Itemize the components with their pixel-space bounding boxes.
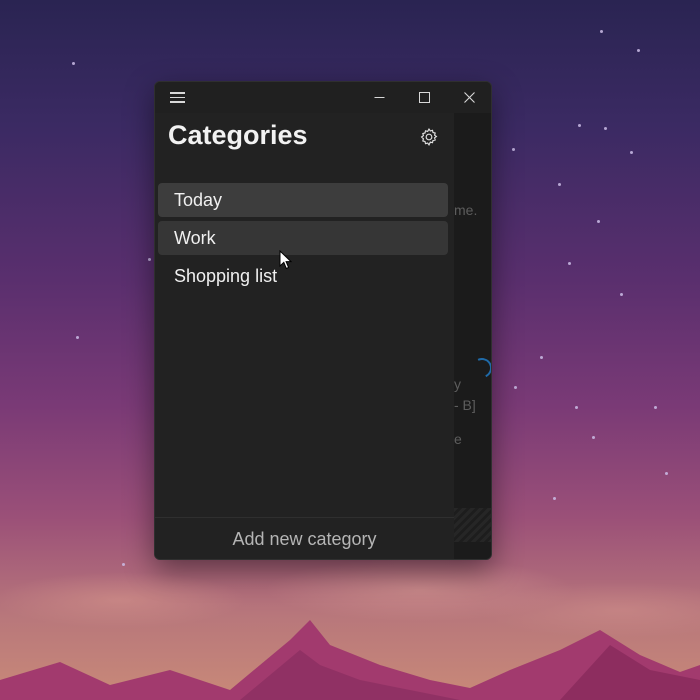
star — [654, 406, 657, 409]
star — [575, 406, 578, 409]
star — [553, 497, 556, 500]
star — [558, 183, 561, 186]
category-label: Shopping list — [174, 265, 278, 286]
star — [540, 356, 543, 359]
close-icon — [464, 92, 475, 103]
star — [620, 293, 623, 296]
category-item-today[interactable]: Today — [158, 183, 448, 217]
star — [637, 49, 640, 52]
minimize-button[interactable] — [357, 82, 402, 113]
page-title: Categories — [168, 120, 308, 150]
maximize-button[interactable] — [402, 82, 447, 113]
settings-button[interactable] — [417, 125, 441, 149]
gear-icon — [420, 128, 438, 147]
category-item-shopping-list[interactable]: Shopping list — [158, 259, 448, 293]
star — [76, 336, 79, 339]
category-item-work[interactable]: Work — [158, 221, 448, 255]
star — [630, 151, 633, 154]
star — [578, 124, 581, 127]
category-label: Work — [174, 227, 216, 248]
categories-pane: Categories Today Work Shopping list Add … — [155, 113, 454, 559]
background-text: - B] — [454, 397, 476, 413]
hatched-area — [454, 508, 491, 542]
star — [592, 436, 595, 439]
background-text: me. — [454, 202, 478, 218]
background-text: e — [454, 431, 462, 447]
star — [665, 472, 668, 475]
background-window-content: me. y - B] e — [454, 113, 491, 559]
star — [600, 30, 603, 33]
star — [597, 220, 600, 223]
mouse-cursor-icon — [279, 250, 293, 270]
close-button[interactable] — [447, 82, 491, 113]
mountains — [0, 620, 700, 700]
category-label: Today — [174, 189, 223, 210]
progress-ring-icon — [469, 355, 491, 381]
maximize-icon — [419, 92, 430, 103]
add-category-button[interactable]: Add new category — [155, 517, 454, 559]
category-list: Today Work Shopping list — [158, 183, 448, 297]
menu-button[interactable] — [157, 82, 197, 113]
background-text: y — [454, 376, 461, 392]
star — [514, 386, 517, 389]
add-category-label: Add new category — [232, 528, 377, 549]
star — [512, 148, 515, 151]
star — [604, 127, 607, 130]
hamburger-icon — [169, 93, 185, 102]
minimize-icon — [374, 97, 385, 98]
star — [148, 258, 151, 261]
star — [568, 262, 571, 265]
title-bar — [155, 82, 491, 113]
star — [72, 62, 75, 65]
app-window: me. y - B] e Categories Today Work Shopp… — [154, 81, 492, 560]
